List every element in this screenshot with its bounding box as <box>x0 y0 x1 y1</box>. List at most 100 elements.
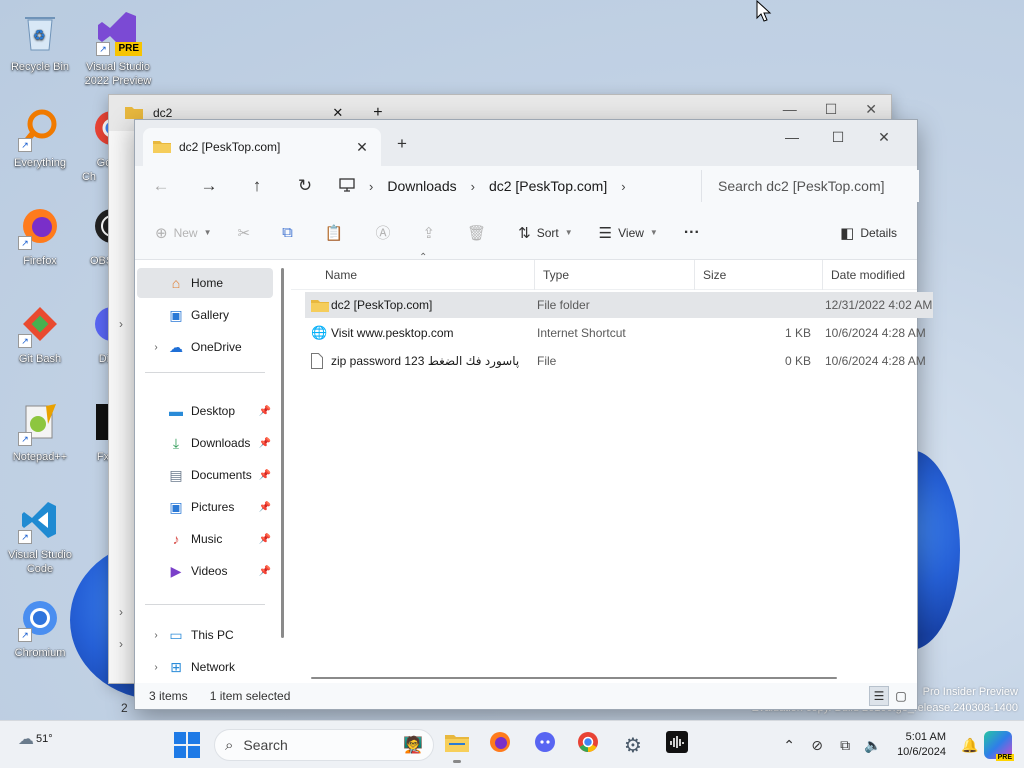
minimize-icon[interactable]: — <box>769 124 815 150</box>
taskbar-discord[interactable] <box>529 729 561 761</box>
chevron-up-icon[interactable]: ⌃ <box>775 737 803 754</box>
desktop-icon-label: Recycle Bin <box>10 61 70 73</box>
desktop-icon-obs[interactable]: OBS <box>66 202 112 268</box>
column-header-date[interactable]: Date modified <box>823 260 919 290</box>
taskbar-search[interactable]: ⌕ Search 🧑‍🏫 <box>214 729 434 761</box>
chevron-right-icon[interactable]: › <box>149 662 163 673</box>
nav-item-home[interactable]: ⌂ Home <box>137 268 273 298</box>
file-row[interactable]: dc2 [PeskTop.com] File folder 12/31/2022… <box>305 292 933 318</box>
speaker-icon[interactable]: 🔈 <box>859 737 887 754</box>
nav-item-videos[interactable]: ▶ Videos 📌 <box>137 556 273 586</box>
nav-item-gallery[interactable]: ▣ Gallery <box>137 300 273 330</box>
column-header-type[interactable]: Type <box>535 260 695 290</box>
nav-item-this-pc[interactable]: › ▭ This PC <box>137 620 273 650</box>
file-explorer-window[interactable]: dc2 [PeskTop.com] ✕ + — ☐ ✕ ← → ↑ ↻ › Do… <box>134 119 933 710</box>
tiles-view-icon[interactable]: ▢ <box>891 686 911 706</box>
nav-item-network[interactable]: › ⊞ Network <box>137 652 273 682</box>
search-input[interactable]: Search dc2 [PeskTop.com] <box>701 170 919 202</box>
more-options-button[interactable]: ··· <box>684 224 700 242</box>
close-icon[interactable]: ✕ <box>861 124 907 150</box>
view-button[interactable]: ☰ View ▼ <box>599 224 658 242</box>
clock-time: 5:01 AM <box>905 731 946 743</box>
audio-waveform-icon <box>666 731 688 759</box>
background-window-controls: — ☐ ✕ <box>783 101 877 118</box>
desktop-icon-fx[interactable]: Fx <box>66 398 112 464</box>
taskbar-chrome[interactable] <box>572 729 604 761</box>
nav-item-pictures[interactable]: ▣ Pictures 📌 <box>137 492 273 522</box>
nav-scrollbar[interactable] <box>281 268 284 638</box>
pin-icon[interactable]: 📌 <box>259 438 271 449</box>
desktop-icon-chrome[interactable]: Go Ch <box>66 104 112 184</box>
clock[interactable]: 5:01 AM 10/6/2024 <box>897 730 946 760</box>
desktop-icon-vscode[interactable]: ↗ Visual Studio Code <box>2 496 78 576</box>
forward-arrow-icon[interactable]: → <box>185 176 233 196</box>
view-lines-icon: ☰ <box>598 224 613 242</box>
pin-icon[interactable]: 📌 <box>259 502 271 513</box>
pin-icon[interactable]: 📌 <box>259 406 271 417</box>
network-offline-icon[interactable]: ⊘ <box>803 737 831 754</box>
file-row[interactable]: 🌐 Visit www.pesktop.com Internet Shortcu… <box>305 320 933 346</box>
new-button[interactable]: ⊕ New ▼ <box>155 224 212 242</box>
delete-button[interactable]: 🗑 <box>467 224 492 242</box>
copilot-icon[interactable]: PRE <box>984 731 1014 761</box>
column-header-size[interactable]: Size <box>695 260 823 290</box>
file-row[interactable]: zip password 123 پاسورد فك الضغط File 0 … <box>305 348 933 374</box>
close-tab-icon[interactable]: ✕ <box>351 139 373 156</box>
rename-button[interactable]: Ⓐ <box>376 222 397 243</box>
copy-button[interactable]: ⧉ <box>282 224 299 241</box>
taskbar-settings[interactable]: ⚙ <box>617 729 649 761</box>
desktop-icon-recycle-bin[interactable]: ♻ Recycle Bin <box>2 8 78 74</box>
refresh-icon[interactable]: ↻ <box>281 176 329 196</box>
nav-item-documents[interactable]: ▤ Documents 📌 <box>137 460 273 490</box>
breadcrumb-current-folder[interactable]: dc2 [PeskTop.com] <box>489 178 607 194</box>
chevron-right-icon[interactable]: › <box>149 630 163 641</box>
item-count: 3 items <box>149 689 188 703</box>
chevron-right-icon[interactable]: › <box>369 179 373 194</box>
share-button[interactable]: ⇪ <box>423 224 442 242</box>
nav-item-onedrive[interactable]: › ☁ OneDrive <box>137 332 273 362</box>
back-arrow-icon[interactable]: ← <box>137 176 185 196</box>
chevron-right-icon[interactable]: › <box>621 179 625 194</box>
nav-item-desktop[interactable]: ▬ Desktop 📌 <box>137 396 273 426</box>
details-pane-button[interactable]: ◧ Details <box>840 224 897 242</box>
this-pc-icon[interactable] <box>339 177 355 195</box>
details-view-icon[interactable]: ☰ <box>869 686 889 706</box>
taskbar-firefox[interactable] <box>484 729 516 761</box>
nav-item-music[interactable]: ♪ Music 📌 <box>137 524 273 554</box>
notification-bell-icon[interactable]: 🔔 <box>956 737 984 754</box>
paste-button[interactable]: 📋 <box>325 224 350 242</box>
chevron-right-icon[interactable]: › <box>149 342 163 353</box>
nav-item-downloads[interactable]: ⤓ Downloads 📌 <box>137 428 273 458</box>
display-icon[interactable]: ⧉ <box>831 737 859 754</box>
maximize-icon[interactable]: ☐ <box>815 124 861 150</box>
chevron-right-icon[interactable]: › <box>119 637 123 651</box>
chevron-right-icon[interactable]: › <box>119 605 123 619</box>
taskbar-file-explorer[interactable] <box>441 729 473 763</box>
horizontal-scrollbar[interactable] <box>311 677 837 679</box>
column-header-name[interactable]: Name <box>317 260 535 290</box>
maximize-icon[interactable]: ☐ <box>825 101 838 118</box>
chevron-right-icon[interactable]: › <box>119 317 123 331</box>
sort-button[interactable]: ⇅ Sort ▼ <box>518 224 573 242</box>
desktop-icon-discord[interactable]: Di <box>66 300 112 366</box>
new-tab-button[interactable]: + <box>397 134 407 154</box>
desktop-icon-visual-studio[interactable]: ↗ PRE Visual Studio 2022 Preview <box>80 8 156 88</box>
up-arrow-icon[interactable]: ↑ <box>233 176 281 196</box>
pin-icon[interactable]: 📌 <box>259 566 271 577</box>
close-icon[interactable]: ✕ <box>865 101 877 118</box>
nav-label: Desktop <box>191 404 236 418</box>
preview-badge: PRE <box>115 42 142 56</box>
weather-widget[interactable]: ☁ 51° <box>18 729 53 749</box>
breadcrumb-downloads[interactable]: Downloads <box>387 178 456 194</box>
start-button[interactable] <box>174 732 200 758</box>
pin-icon[interactable]: 📌 <box>259 470 271 481</box>
background-tab-title[interactable]: dc2 <box>153 106 172 120</box>
search-highlight-icon: 🧑‍🏫 <box>403 737 423 754</box>
chevron-right-icon[interactable]: › <box>471 179 475 194</box>
pin-icon[interactable]: 📌 <box>259 534 271 545</box>
tab-dc2[interactable]: dc2 [PeskTop.com] ✕ <box>143 128 381 166</box>
desktop-icon-chromium[interactable]: ↗ Chromium <box>2 594 78 660</box>
cut-button[interactable]: ✂ <box>238 224 257 242</box>
minimize-icon[interactable]: — <box>783 101 797 118</box>
taskbar-audio-app[interactable] <box>661 729 693 761</box>
